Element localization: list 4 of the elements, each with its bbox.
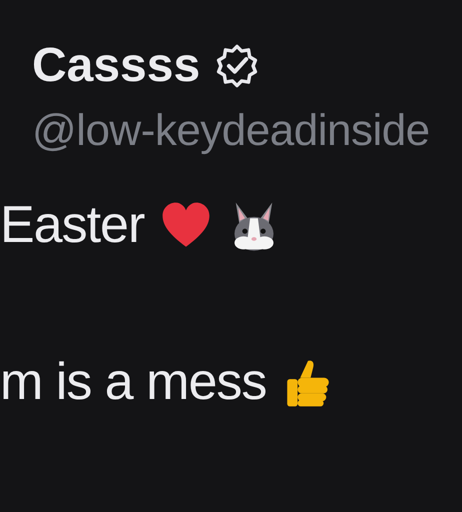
post-text: Easter: [0, 197, 144, 254]
author-name: Cassss: [32, 40, 200, 93]
author-handle: @low-keydeadinside: [32, 106, 431, 156]
post-text: m is a mess: [0, 354, 266, 412]
